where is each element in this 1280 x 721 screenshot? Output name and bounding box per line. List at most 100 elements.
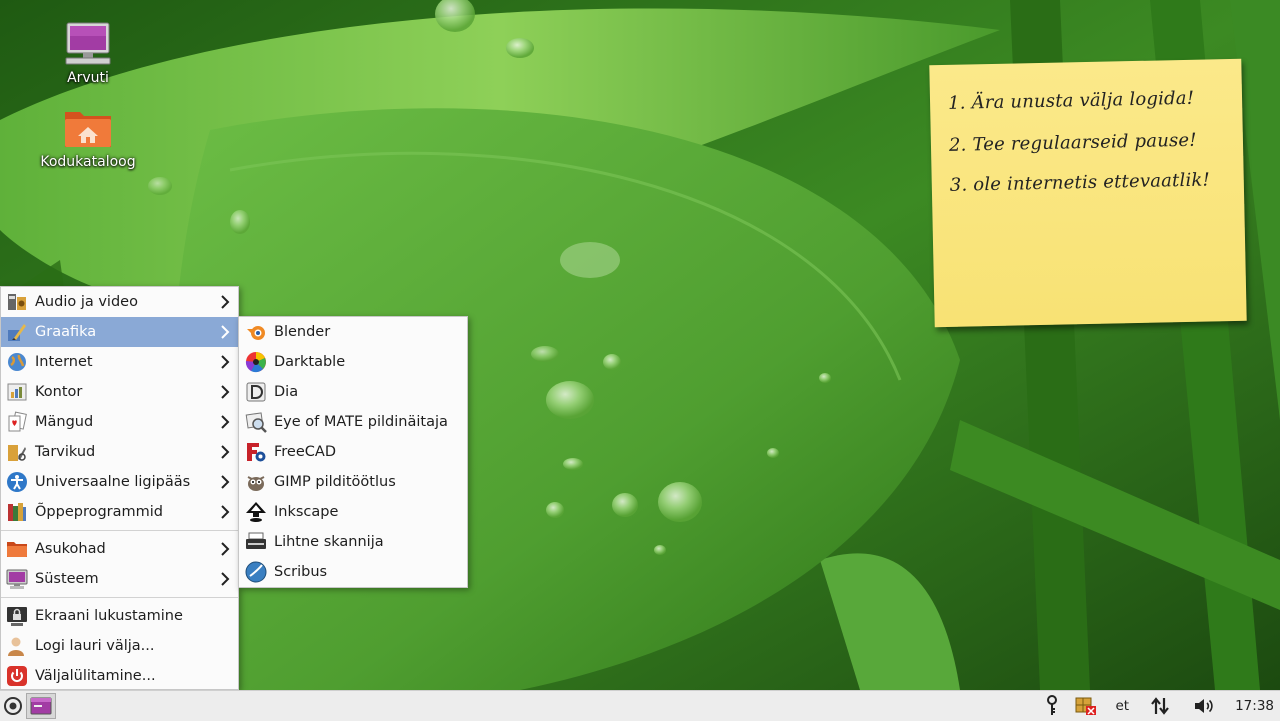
menu-item-accessibility[interactable]: Universaalne ligipääs	[1, 467, 238, 497]
submenu-item-label: Darktable	[274, 354, 346, 370]
key-icon	[1047, 695, 1058, 715]
chevron-right-icon	[221, 355, 230, 369]
main-menu: Audio ja video Graafika Internet Kontor …	[0, 286, 239, 690]
computer-icon	[62, 22, 114, 66]
submenu-item-gimp[interactable]: GIMP pilditöötlus	[239, 467, 467, 497]
graphics-submenu: Blender Darktable Dia Eye of MATE pildin…	[238, 316, 468, 588]
submenu-item-simple-scan[interactable]: Lihtne skannija	[239, 527, 467, 557]
freecad-icon	[247, 443, 266, 462]
chevron-right-icon	[221, 572, 230, 586]
chevron-right-icon	[221, 505, 230, 519]
menu-item-label: Internet	[35, 354, 93, 370]
tray-clock[interactable]: 17:38	[1227, 691, 1280, 721]
office-icon	[7, 383, 27, 401]
tray-keyring[interactable]	[1037, 691, 1067, 721]
mate-menu-icon	[4, 697, 22, 715]
submenu-item-dia[interactable]: Dia	[239, 377, 467, 407]
chevron-right-icon	[221, 325, 230, 339]
bottom-panel: et 17:38	[0, 690, 1280, 721]
graphics-icon	[8, 324, 26, 341]
show-desktop-button[interactable]	[26, 693, 56, 719]
menu-item-internet[interactable]: Internet	[1, 347, 238, 377]
submenu-item-scribus[interactable]: Scribus	[239, 557, 467, 587]
submenu-item-blender[interactable]: Blender	[239, 317, 467, 347]
menu-item-audio-video[interactable]: Audio ja video	[1, 287, 238, 317]
submenu-item-label: Lihtne skannija	[274, 534, 384, 550]
desktop-icon-home-folder[interactable]: Kodukataloog	[33, 106, 143, 170]
submenu-item-label: Dia	[274, 384, 299, 400]
menu-item-education[interactable]: Õppeprogrammid	[1, 497, 238, 527]
blender-icon	[247, 326, 265, 340]
chevron-right-icon	[221, 475, 230, 489]
chevron-right-icon	[221, 295, 230, 309]
education-icon	[8, 503, 26, 521]
menu-item-label: Õppeprogrammid	[35, 504, 163, 520]
note-line: 2. Tee regulaarseid pause!	[948, 129, 1197, 156]
tray-volume[interactable]	[1181, 691, 1227, 721]
tray-updates[interactable]	[1067, 691, 1105, 721]
sticky-note[interactable]: 1. Ära unusta välja logida! 2. Tee regul…	[929, 58, 1247, 328]
menu-item-label: Audio ja video	[35, 294, 138, 310]
lock-screen-icon	[7, 607, 27, 626]
submenu-item-label: GIMP pilditöötlus	[274, 474, 396, 490]
menu-item-label: Ekraani lukustamine	[35, 608, 183, 624]
submenu-item-label: Eye of MATE pildinäitaja	[274, 414, 448, 430]
main-menu-button[interactable]	[0, 691, 26, 721]
submenu-item-label: Blender	[274, 324, 331, 340]
submenu-item-label: FreeCAD	[274, 444, 336, 460]
logout-user-icon	[8, 637, 24, 656]
menu-item-shutdown[interactable]: Väljalülitamine...	[1, 661, 238, 691]
menu-item-games[interactable]: Mängud	[1, 407, 238, 437]
internet-globe-icon	[8, 353, 26, 371]
submenu-item-darktable[interactable]: Darktable	[239, 347, 467, 377]
darktable-icon	[245, 352, 266, 373]
scanner-icon	[246, 532, 266, 549]
show-desktop-icon	[30, 697, 52, 715]
audio-video-icon	[8, 294, 26, 310]
menu-item-label: Süsteem	[35, 571, 99, 587]
menu-item-places[interactable]: Asukohad	[1, 534, 238, 564]
menu-item-label: Mängud	[35, 414, 94, 430]
scribus-icon	[245, 561, 267, 583]
menu-separator	[1, 597, 238, 598]
menu-item-label: Kontor	[35, 384, 83, 400]
menu-item-logout[interactable]: Logi lauri välja...	[1, 631, 238, 661]
menu-item-accessories[interactable]: Tarvikud	[1, 437, 238, 467]
menu-item-label: Väljalülitamine...	[35, 668, 156, 684]
menu-item-label: Universaalne ligipääs	[35, 474, 191, 490]
volume-icon	[1195, 699, 1213, 713]
submenu-item-freecad[interactable]: FreeCAD	[239, 437, 467, 467]
tray-network[interactable]	[1139, 691, 1181, 721]
menu-item-lock-screen[interactable]: Ekraani lukustamine	[1, 601, 238, 631]
dia-icon	[246, 382, 266, 402]
menu-item-label: Graafika	[35, 324, 97, 340]
submenu-item-label: Inkscape	[274, 504, 339, 520]
desktop-icon-computer[interactable]: Arvuti	[33, 22, 143, 86]
gimp-icon	[247, 476, 265, 491]
home-folder-icon	[62, 106, 114, 150]
inkscape-icon	[246, 502, 266, 522]
note-line: 1. Ära unusta välja logida!	[947, 87, 1195, 114]
submenu-item-inkscape[interactable]: Inkscape	[239, 497, 467, 527]
submenu-item-eye-of-mate[interactable]: Eye of MATE pildinäitaja	[239, 407, 467, 437]
games-cards-icon	[8, 411, 27, 432]
menu-item-office[interactable]: Kontor	[1, 377, 238, 407]
menu-item-system[interactable]: Süsteem	[1, 564, 238, 594]
note-line: 3. ole internetis ettevaatlik!	[949, 169, 1211, 196]
menu-item-label: Asukohad	[35, 541, 106, 557]
chevron-right-icon	[221, 542, 230, 556]
chevron-right-icon	[221, 445, 230, 459]
menu-item-graphics[interactable]: Graafika	[1, 317, 238, 347]
chevron-right-icon	[221, 415, 230, 429]
power-icon	[7, 666, 27, 686]
menu-separator	[1, 530, 238, 531]
system-monitor-icon	[6, 569, 28, 589]
package-update-icon	[1075, 697, 1097, 715]
accessibility-icon	[7, 472, 27, 492]
system-tray: et 17:38	[1037, 691, 1280, 721]
tray-keyboard-layout[interactable]: et	[1105, 691, 1139, 721]
chevron-right-icon	[221, 385, 230, 399]
image-viewer-icon	[245, 412, 267, 433]
places-folder-icon	[7, 542, 27, 557]
menu-item-label: Tarvikud	[35, 444, 96, 460]
